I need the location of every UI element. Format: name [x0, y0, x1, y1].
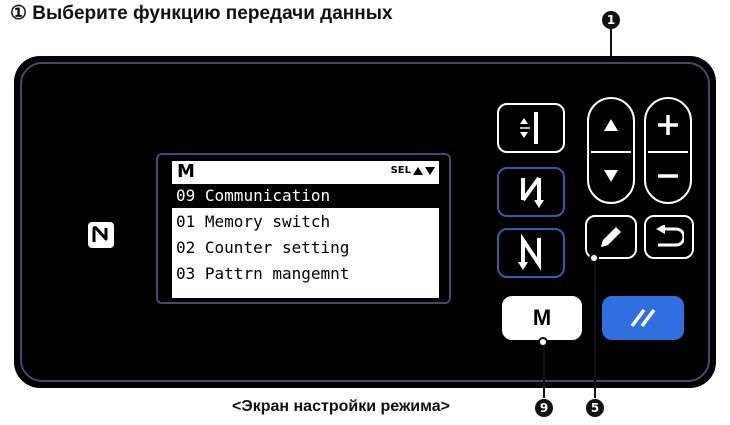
- stitch-icon: [520, 112, 538, 144]
- minus-icon: [658, 174, 678, 178]
- reset-button[interactable]: [602, 296, 684, 340]
- menu-item-number: 01: [176, 212, 196, 231]
- down-arrow-icon: [604, 170, 618, 183]
- callout-5-leader-v: [594, 258, 596, 398]
- callout-5: 5: [586, 399, 604, 417]
- menu-item-communication[interactable]: 09 Communication: [172, 184, 439, 208]
- callout-5-dot: [589, 253, 599, 263]
- menu-item-label: Memory switch: [204, 212, 331, 231]
- up-arrow-icon: [604, 118, 618, 131]
- menu-item-number: 02: [176, 238, 196, 257]
- figure-caption: <Экран настройки режима>: [232, 398, 450, 415]
- sel-label: SEL: [390, 165, 411, 176]
- up-down-rocker[interactable]: [587, 97, 635, 204]
- return-button[interactable]: [644, 215, 694, 259]
- page-title: ① Выберите функцию передачи данных: [10, 3, 393, 24]
- mode-button[interactable]: M: [502, 296, 582, 340]
- down-button[interactable]: [589, 151, 633, 203]
- menu-item-label: Pattrn mangemnt: [204, 264, 350, 283]
- minus-button[interactable]: [646, 151, 690, 203]
- plus-icon: [658, 114, 678, 135]
- callout-1: 1: [602, 11, 620, 29]
- mode-label: M: [177, 161, 195, 182]
- reset-icon: [630, 308, 656, 328]
- callout-9: 9: [535, 399, 553, 417]
- menu-item-label: Counter setting: [204, 238, 350, 257]
- pencil-icon: [601, 227, 621, 247]
- lcd-screen: M SEL 09 Communication 01 Memory switch …: [156, 153, 451, 304]
- menu-item-counter-setting[interactable]: 02 Counter setting: [172, 236, 439, 260]
- sel-arrows-icon: [413, 167, 435, 175]
- menu-item-label: Communication: [204, 186, 331, 205]
- menu-item-memory-switch[interactable]: 01 Memory switch: [172, 210, 439, 234]
- lcd-display: M SEL 09 Communication 01 Memory switch …: [172, 161, 439, 298]
- n-button[interactable]: [497, 228, 565, 278]
- callout-9-dot: [538, 337, 548, 347]
- return-icon: [656, 225, 684, 247]
- mode-button-label: M: [532, 305, 552, 330]
- n-icon: [518, 234, 541, 271]
- plus-button[interactable]: [646, 99, 690, 151]
- nfc-icon: [88, 222, 114, 248]
- reverse-n-button[interactable]: [497, 167, 565, 217]
- lcd-header: M SEL: [172, 161, 439, 183]
- menu-item-pattern-management[interactable]: 03 Pattrn mangemnt: [172, 262, 439, 286]
- callout-9-leader-v: [543, 342, 545, 398]
- menu-item-number: 03: [176, 264, 196, 283]
- stitch-button[interactable]: [497, 103, 565, 153]
- menu-item-number: 09: [176, 186, 196, 205]
- up-button[interactable]: [589, 99, 633, 151]
- plus-minus-rocker[interactable]: [644, 97, 692, 204]
- reverse-n-icon: [521, 176, 544, 208]
